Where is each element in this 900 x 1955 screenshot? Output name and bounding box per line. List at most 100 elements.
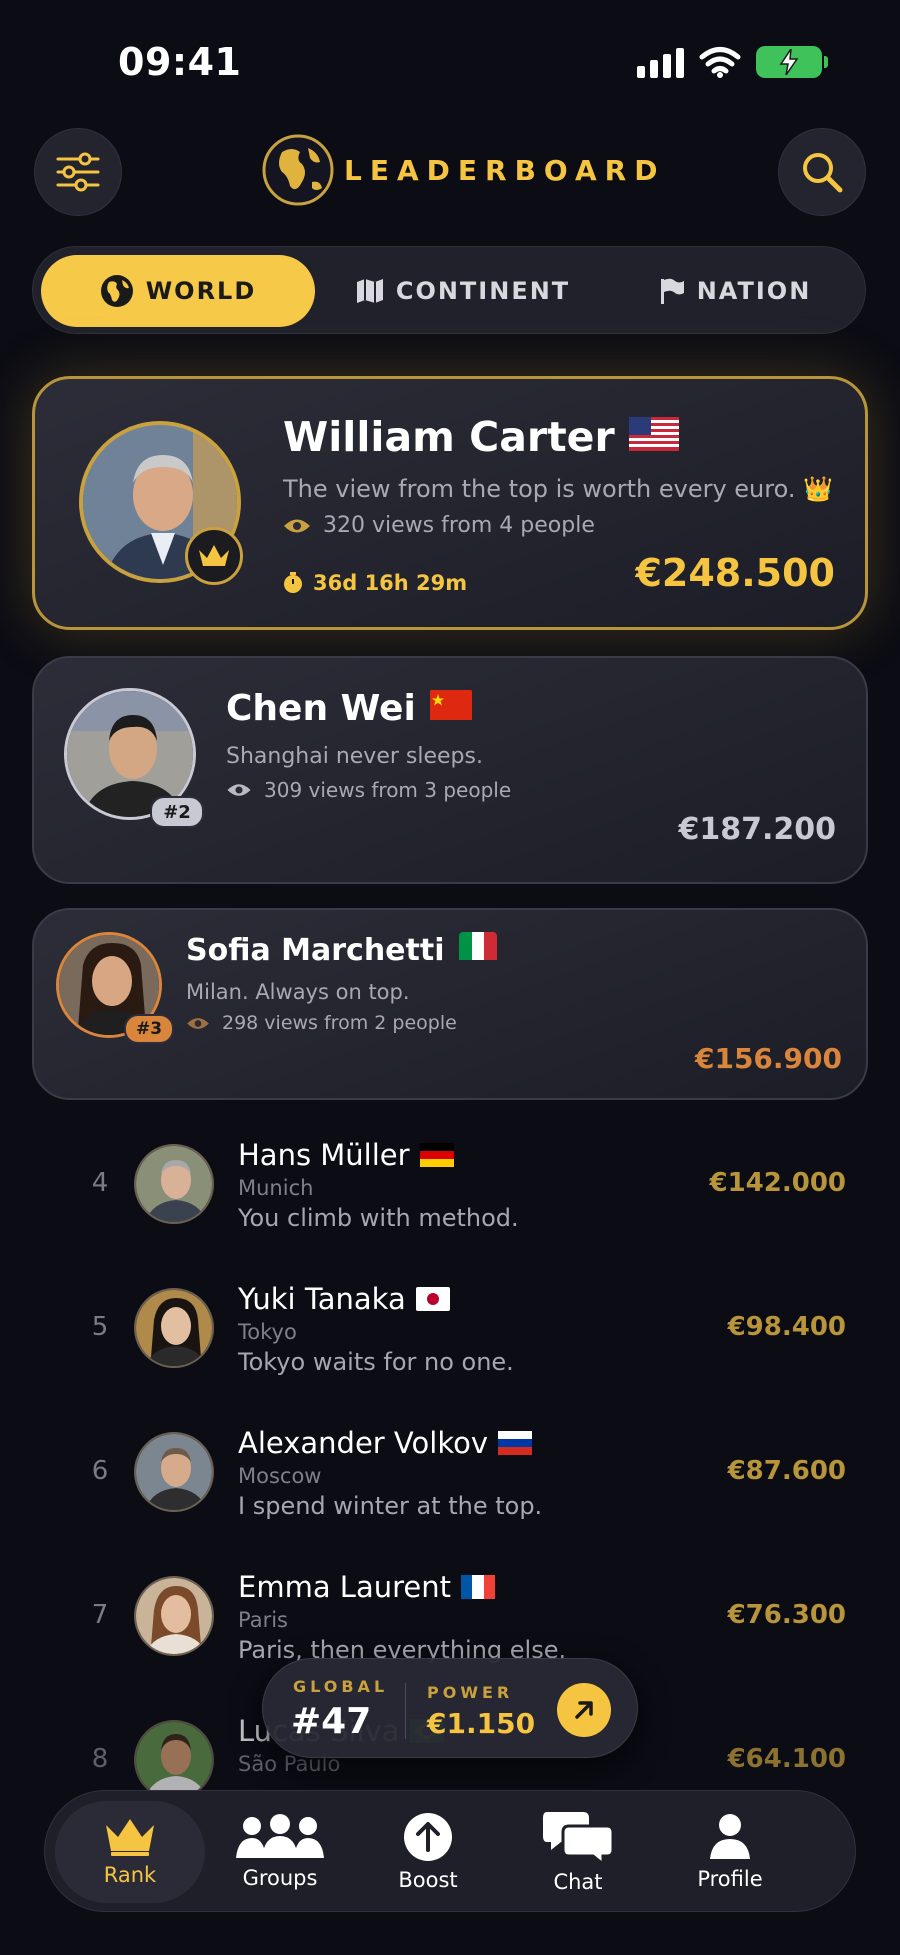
eye-icon [187,1017,209,1029]
profile-icon [710,1814,750,1859]
tab-chat[interactable]: Chat [503,1801,653,1903]
avatar [134,1288,214,1368]
tab-world-label: WORLD [145,277,257,305]
tab-boost[interactable]: Boost [353,1801,503,1903]
tab-continent-label: CONTINENT [395,277,571,305]
leader-views: 298 views from 2 people [186,1012,457,1034]
power-label: POWER [427,1683,514,1702]
row-rank: 4 [91,1168,109,1198]
row-amount: €76.300 [727,1600,846,1630]
wifi-icon [699,47,741,78]
row-city: Paris [238,1608,288,1632]
flag-us-icon [628,413,679,461]
leader-timer: 36d 16h 29m [283,571,467,595]
row-name: Alexander Volkov [238,1426,532,1460]
rank-badge: #3 [124,1014,174,1044]
scope-segmented-control: WORLD CONTINENT NATION [32,246,866,334]
tab-rank-label: Rank [103,1863,157,1887]
flag-it-icon [458,932,497,968]
crown-icon [199,545,229,566]
leader-views-text: 309 views from 3 people [264,778,512,802]
global-rank-value: #47 [291,1701,372,1742]
leader-views-text: 320 views from 4 people [323,513,595,538]
flag-de-icon [419,1143,454,1167]
list-item[interactable]: 7 Emma Laurent Paris Paris, then everyth… [0,1560,900,1670]
chat-icon [543,1812,613,1864]
row-amount: €98.400 [727,1312,846,1342]
tab-profile-label: Profile [697,1867,763,1891]
leader-amount: €248.500 [635,551,835,595]
leader-card-3[interactable]: #3 Sofia Marchetti Milan. Always on top.… [32,908,868,1100]
open-rank-button[interactable] [557,1683,611,1737]
tab-profile[interactable]: Profile [655,1801,805,1903]
tab-groups-label: Groups [242,1866,318,1890]
row-quote: You climb with method. [238,1204,519,1232]
global-label: GLOBAL [293,1677,389,1696]
search-button[interactable] [778,128,866,216]
row-amount: €64.100 [727,1744,846,1774]
row-rank: 8 [91,1744,109,1774]
row-amount: €87.600 [727,1456,846,1486]
flag-fr-icon [461,1575,495,1599]
status-icons [637,46,828,78]
row-name: Yuki Tanaka [238,1282,450,1316]
status-time: 09:41 [118,40,242,84]
page-title: LEADERBOARD [344,153,666,187]
rank-badge: #2 [150,796,204,828]
pill-divider [405,1683,406,1739]
tab-rank[interactable]: Rank [55,1801,205,1903]
row-rank: 6 [91,1456,109,1486]
leader-name-text: William Carter [283,413,615,461]
tab-groups[interactable]: Groups [205,1801,355,1903]
eye-icon [284,519,310,532]
avatar [134,1144,214,1224]
leader-card-2[interactable]: #2 Chen Wei Shanghai never sleeps. 309 v… [32,656,868,884]
tab-world[interactable]: WORLD [41,255,315,327]
stopwatch-icon [284,572,302,593]
avatar [134,1432,214,1512]
avatar [134,1720,214,1800]
row-name-text: Emma Laurent [238,1570,451,1604]
leader-views: 320 views from 4 people [283,513,595,538]
list-item[interactable]: 6 Alexander Volkov Moscow I spend winter… [0,1416,900,1556]
groups-icon [236,1814,324,1858]
list-item[interactable]: 5 Yuki Tanaka Tokyo Tokyo waits for no o… [0,1272,900,1412]
flag-ru-icon [497,1431,532,1455]
leader-quote: The view from the top is worth every eur… [283,475,833,503]
avatar [134,1576,214,1656]
tab-chat-label: Chat [553,1870,603,1894]
list-item[interactable]: 4 Hans Müller Munich You climb with meth… [0,1128,900,1268]
tab-continent[interactable]: CONTINENT [333,255,593,327]
row-quote: I spend winter at the top. [238,1492,543,1520]
leader-name: Sofia Marchetti [186,932,497,968]
battery-icon [756,46,828,78]
row-city: Moscow [238,1464,322,1488]
my-rank-pill[interactable]: GLOBAL #47 POWER €1.150 [262,1658,638,1758]
sliders-icon [56,152,100,192]
row-rank: 5 [91,1312,109,1342]
tab-nation-label: NATION [696,277,812,305]
filter-button[interactable] [34,128,122,216]
crown-icon [106,1819,154,1856]
row-name-text: Yuki Tanaka [238,1282,406,1316]
row-name-text: Hans Müller [238,1138,410,1172]
leader-card-1[interactable]: William Carter The view from the top is … [32,376,868,630]
power-value: €1.150 [427,1707,536,1740]
leader-name: Chen Wei [226,688,472,729]
crown-badge [185,527,243,585]
row-name: Emma Laurent [238,1570,495,1604]
boost-icon [404,1813,452,1861]
signal-icon [637,46,684,78]
leader-name-text: Sofia Marchetti [186,932,445,968]
flag-cn-icon [429,688,472,729]
tab-boost-label: Boost [398,1868,458,1892]
leader-amount: €187.200 [678,812,836,847]
row-quote: Tokyo waits for no one. [238,1348,514,1376]
leader-name: William Carter [283,413,679,461]
eye-icon [227,784,251,796]
leader-name-text: Chen Wei [226,688,416,729]
row-amount: €142.000 [709,1168,846,1198]
bottom-tab-bar: Rank Groups Boost Chat Profile [44,1790,856,1912]
tab-nation[interactable]: NATION [611,255,859,327]
leader-amount: €156.900 [694,1042,842,1075]
